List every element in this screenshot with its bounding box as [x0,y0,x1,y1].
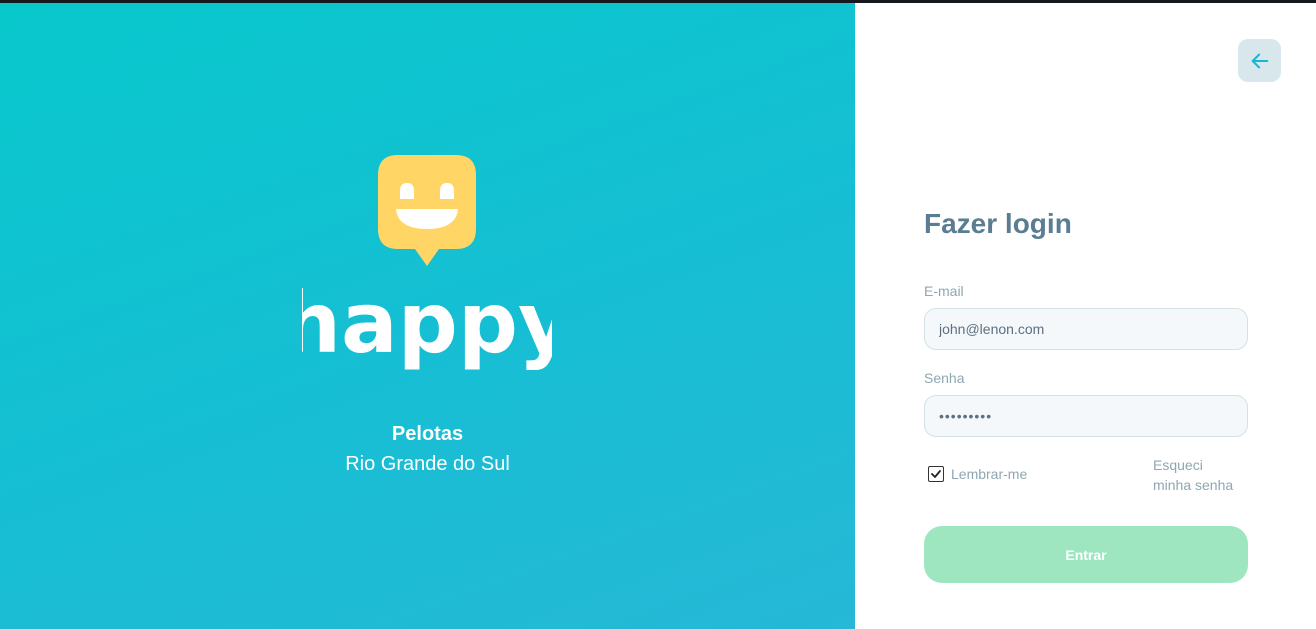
arrow-left-icon [1251,53,1268,68]
submit-button[interactable]: Entrar [924,526,1248,583]
brand-panel: happy Pelotas Rio Grande do Sul [0,0,855,629]
password-field[interactable] [924,395,1248,437]
forgot-password-link[interactable]: Esqueci minha senha [1153,455,1253,495]
login-panel: Fazer login E-mail Senha Lembrar-me Esqu… [855,0,1316,629]
email-field[interactable] [924,308,1248,350]
forgot-line-2: minha senha [1153,477,1234,493]
wordmark-text: happy [302,280,552,370]
password-label: Senha [924,370,965,386]
page-title: Fazer login [924,208,1072,239]
state-name: Rio Grande do Sul [345,453,510,475]
location-block: Pelotas Rio Grande do Sul [0,421,855,481]
check-icon [931,470,941,478]
happy-wordmark: happy [302,280,552,370]
forgot-line-1: Esqueci [1153,457,1203,473]
remember-label: Lembrar-me [951,466,1028,482]
window-top-bar [0,0,1316,3]
smiley-pin-icon [378,155,476,266]
email-label: E-mail [924,283,964,299]
city-name: Pelotas [391,423,464,445]
back-button[interactable] [1238,39,1281,82]
remember-checkbox[interactable] [928,466,944,482]
remember-me-toggle[interactable]: Lembrar-me [928,466,1027,482]
